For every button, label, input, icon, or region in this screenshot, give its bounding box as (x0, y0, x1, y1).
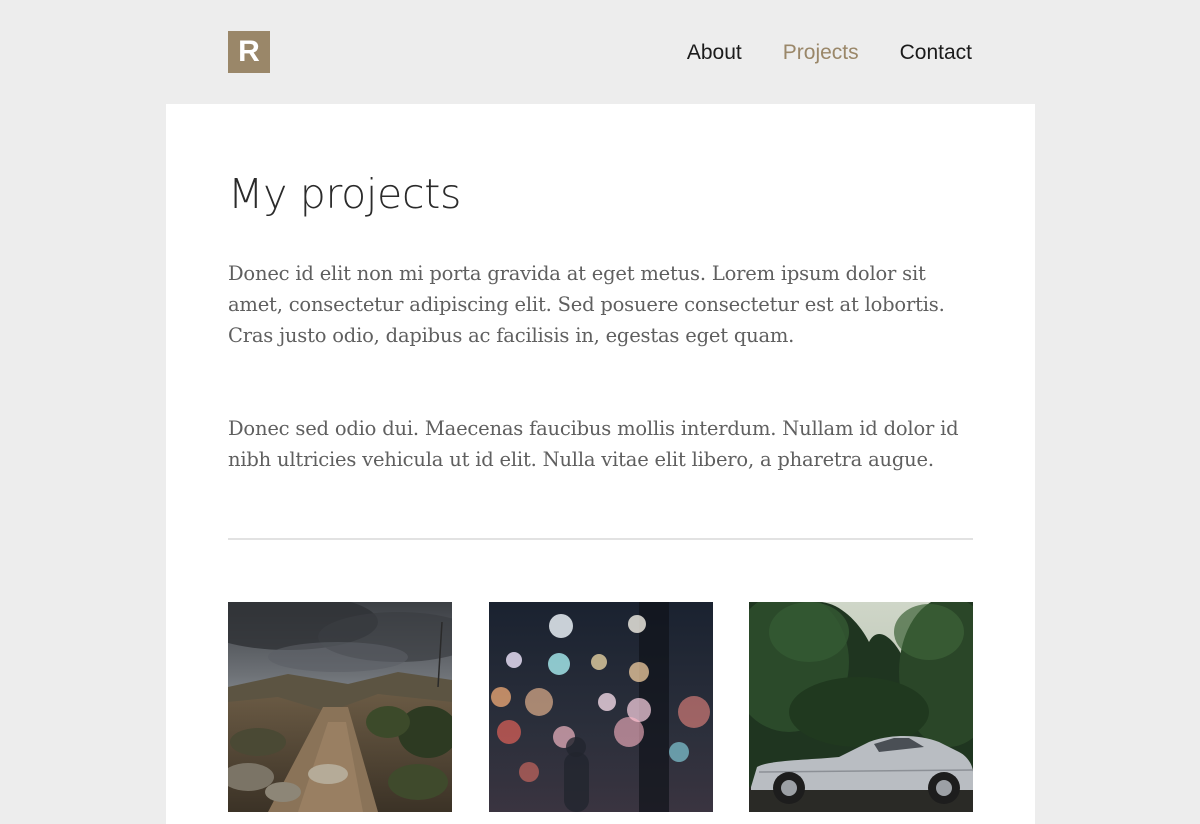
content-card: My projects Donec id elit non mi porta g… (166, 104, 1035, 824)
logo[interactable]: R (228, 31, 270, 73)
silver-vintage-car-forest-photo (749, 602, 973, 812)
project-thumbnail-road[interactable] (228, 602, 452, 812)
stormy-dirt-road-photo (228, 602, 452, 812)
project-thumbnail-bokeh[interactable] (489, 602, 713, 812)
project-thumbnail-car[interactable] (749, 602, 973, 812)
nav-about[interactable]: About (687, 38, 742, 68)
nav-projects[interactable]: Projects (783, 38, 859, 68)
nav-contact[interactable]: Contact (900, 38, 972, 68)
site-header: R About Projects Contact (0, 0, 1200, 104)
divider (228, 538, 973, 540)
page-title: My projects (228, 170, 462, 218)
city-bokeh-lights-photo (489, 602, 713, 812)
main-nav: About Projects Contact (687, 38, 972, 68)
intro-paragraph-1: Donec id elit non mi porta gravida at eg… (228, 262, 945, 347)
intro-paragraph-2: Donec sed odio dui. Maecenas faucibus mo… (228, 417, 959, 471)
